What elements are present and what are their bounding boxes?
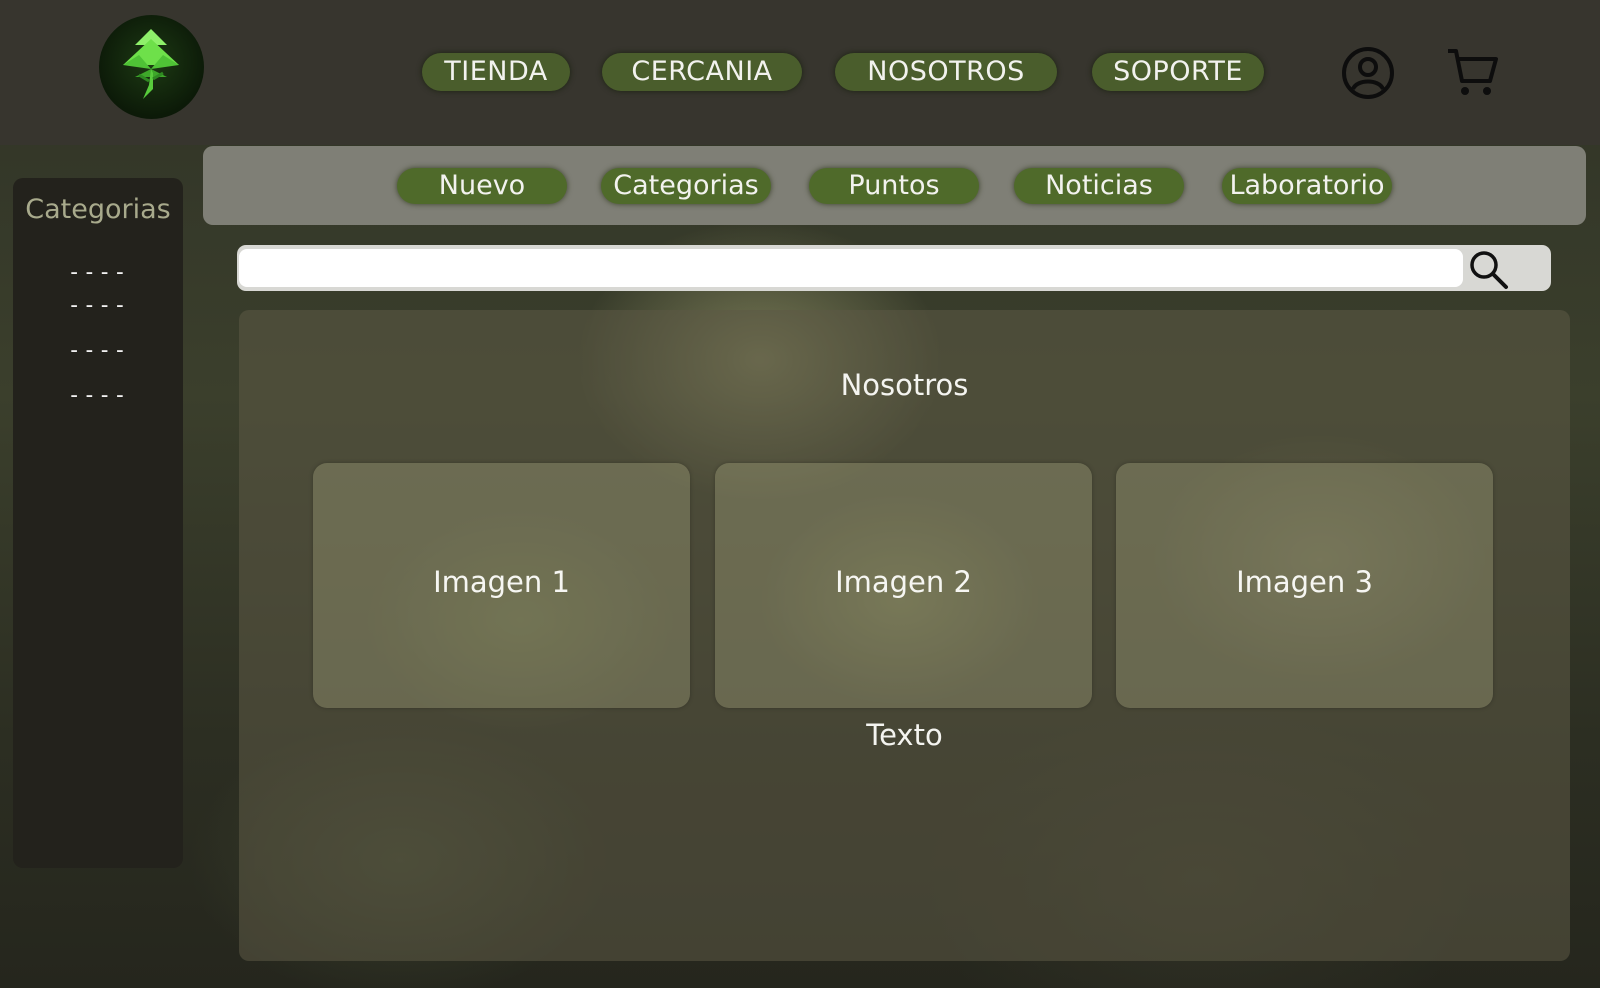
image-card-1[interactable]: Imagen 1 <box>313 463 690 708</box>
section-title: Nosotros <box>840 368 969 402</box>
subnav-noticias[interactable]: Noticias <box>1014 168 1184 204</box>
sidebar-item[interactable]: ---- <box>13 338 183 363</box>
nav-tienda[interactable]: TIENDA <box>422 53 570 91</box>
nav-soporte[interactable]: SOPORTE <box>1092 53 1264 91</box>
tree-logo-icon[interactable] <box>99 15 204 119</box>
sidebar-item[interactable]: ---- <box>13 260 183 285</box>
main-content-panel: Nosotros Imagen 1 Imagen 2 Imagen 3 Text… <box>239 310 1570 961</box>
sidebar-title: Categorias <box>25 194 171 225</box>
sidebar-item[interactable]: ---- <box>13 293 183 318</box>
nav-nosotros[interactable]: NOSOTROS <box>835 53 1057 91</box>
image-card-label: Imagen 3 <box>1236 565 1373 599</box>
sidebar-item[interactable]: ---- <box>13 383 183 408</box>
image-card-label: Imagen 2 <box>835 565 972 599</box>
search-input[interactable] <box>239 249 1463 287</box>
search-icon[interactable] <box>1467 248 1509 290</box>
sub-navbar: Nuevo Categorias Puntos Noticias Laborat… <box>203 146 1586 225</box>
image-card-2[interactable]: Imagen 2 <box>715 463 1092 708</box>
nav-cercania[interactable]: CERCANIA <box>602 53 802 91</box>
search-bar <box>237 245 1551 291</box>
subnav-laboratorio[interactable]: Laboratorio <box>1222 168 1392 204</box>
image-card-3[interactable]: Imagen 3 <box>1116 463 1493 708</box>
cart-icon[interactable] <box>1444 45 1500 101</box>
subnav-puntos[interactable]: Puntos <box>809 168 979 204</box>
user-circle-icon[interactable] <box>1340 45 1396 101</box>
image-card-label: Imagen 1 <box>433 565 570 599</box>
subnav-categorias[interactable]: Categorias <box>601 168 771 204</box>
categories-sidebar: Categorias ---- ---- ---- ---- <box>13 178 183 868</box>
top-navbar: TIENDA CERCANIA NOSOTROS SOPORTE <box>0 0 1600 145</box>
section-text: Texto <box>866 718 943 752</box>
subnav-nuevo[interactable]: Nuevo <box>397 168 567 204</box>
